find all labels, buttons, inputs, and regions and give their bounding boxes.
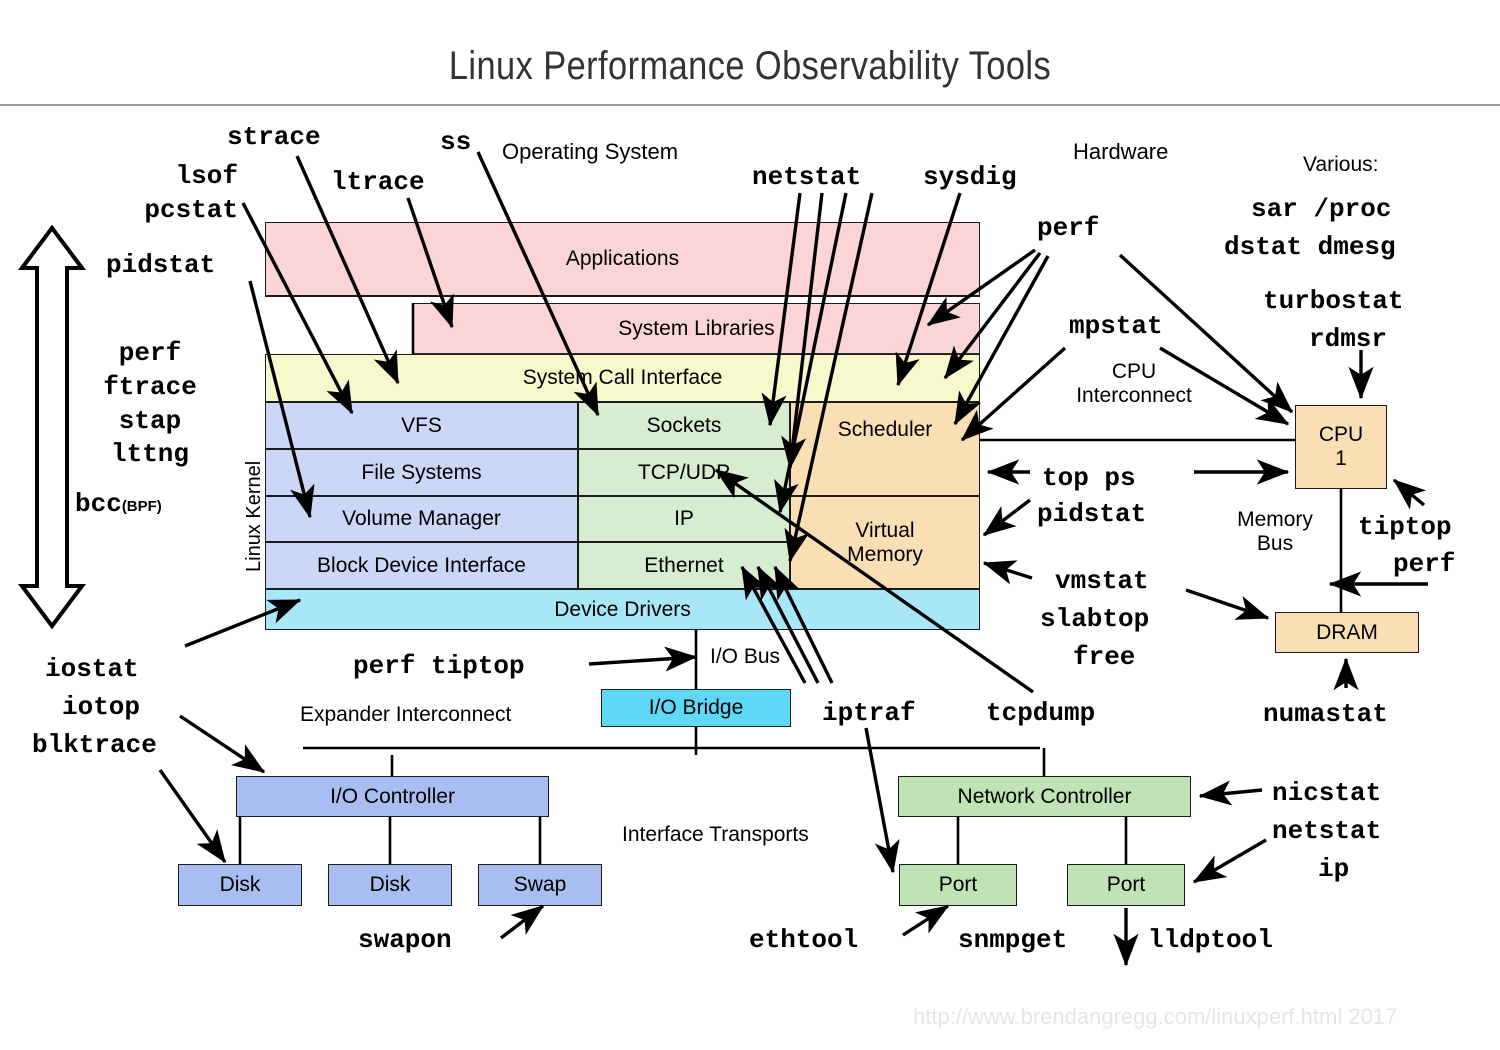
arrow-iptraf-to-port: [866, 728, 900, 874]
arrow-tiptop-to-cpu: [1394, 480, 1427, 510]
arrow-mpstat-to-scheduler: [962, 348, 1065, 440]
arrow-mpstat-to-cpu: [1160, 348, 1290, 424]
arrow-swapon-to-swap: [501, 906, 545, 938]
arrow-vmstat-to-dram: [1186, 590, 1270, 620]
arrow-perf-tiptop-to-iobus: [589, 646, 698, 672]
arrow-iptraf-3: [775, 565, 832, 683]
arrow-iptraf-2: [758, 565, 818, 683]
stack-depth-arrow: [22, 228, 82, 626]
arrow-perf-to-cpu: [1120, 255, 1292, 412]
arrow-perf-to-syslib: [926, 250, 1035, 325]
arrow-ethtool-to-port: [903, 906, 950, 935]
arrow-iostat-to-drivers: [185, 600, 302, 646]
arrow-netstat-1: [761, 193, 800, 427]
arrow-lsof-to-vfs: [243, 203, 352, 415]
arrow-strace-to-syscall: [297, 156, 398, 385]
arrow-sysdig-to-syscall: [895, 193, 960, 387]
arrow-perf-to-scheduler: [955, 256, 1048, 426]
arrow-iotop-to-iocontroller: [180, 716, 266, 772]
arrow-blktrace-to-disk: [160, 770, 225, 864]
arrow-nicstat-to-netcontroller: [1198, 780, 1262, 806]
arrow-ltrace-to-syslib: [408, 198, 454, 329]
arrow-ss-to-sockets: [478, 152, 598, 417]
arrow-iptraf-1: [742, 565, 805, 683]
connector-overlay: [0, 0, 1500, 967]
arrow-vmstat-to-vm: [982, 560, 1032, 585]
arrow-netstat-to-port: [1192, 840, 1266, 882]
arrow-pidstat-to-vm: [982, 500, 1030, 535]
